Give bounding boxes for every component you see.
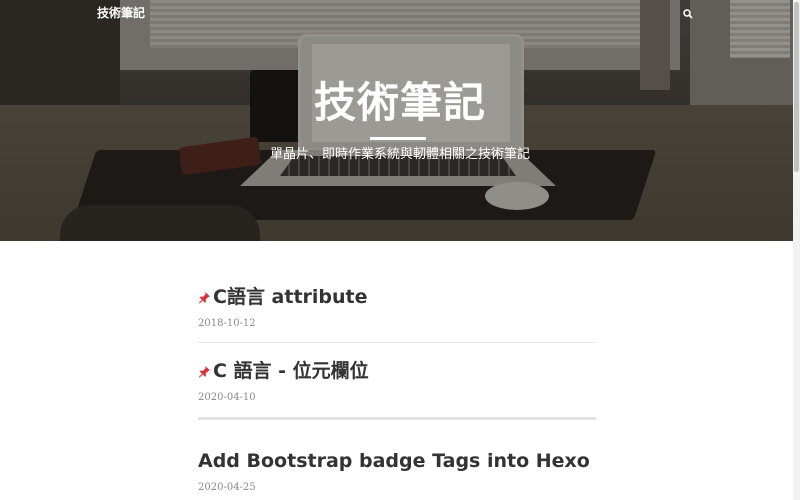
scrollbar-thumb[interactable] [794,2,799,172]
post-title-link[interactable]: Add Bootstrap badge Tags into Hexo [198,449,596,473]
search-icon[interactable] [681,6,695,20]
post-title-link[interactable]: C語言 attribute [198,285,596,309]
post-title: C 語言 - 位元欄位 [213,360,369,382]
post-preview[interactable]: C語言 attribute 2018-10-12 [198,285,596,331]
site-brand-link[interactable]: 技術筆記 [97,5,145,21]
page-title: 技術筆記 [313,78,486,127]
title-divider [370,137,426,140]
post-date: 2020-04-25 [198,482,256,493]
post-date: 2018-10-12 [198,318,256,329]
post-date: 2020-04-10 [198,392,256,403]
post-preview[interactable]: C 語言 - 位元欄位 2020-04-10 [198,359,596,405]
post-title-link[interactable]: C 語言 - 位元欄位 [198,359,596,383]
post-title: C語言 attribute [213,286,368,308]
post-title: Add Bootstrap badge Tags into Hexo [198,450,590,472]
pin-icon [198,365,210,378]
pin-icon [198,291,210,304]
post-divider [198,342,596,343]
hero-header: 技術筆記 技術筆記 單晶片、即時作業系統與軔體相關之技術筆記 [0,0,800,241]
page-scrollbar[interactable] [793,0,800,500]
pinned-section-divider [198,417,596,420]
post-preview[interactable]: Add Bootstrap badge Tags into Hexo 2020-… [198,449,596,495]
page-subtitle: 單晶片、即時作業系統與軔體相關之技術筆記 [269,147,530,162]
